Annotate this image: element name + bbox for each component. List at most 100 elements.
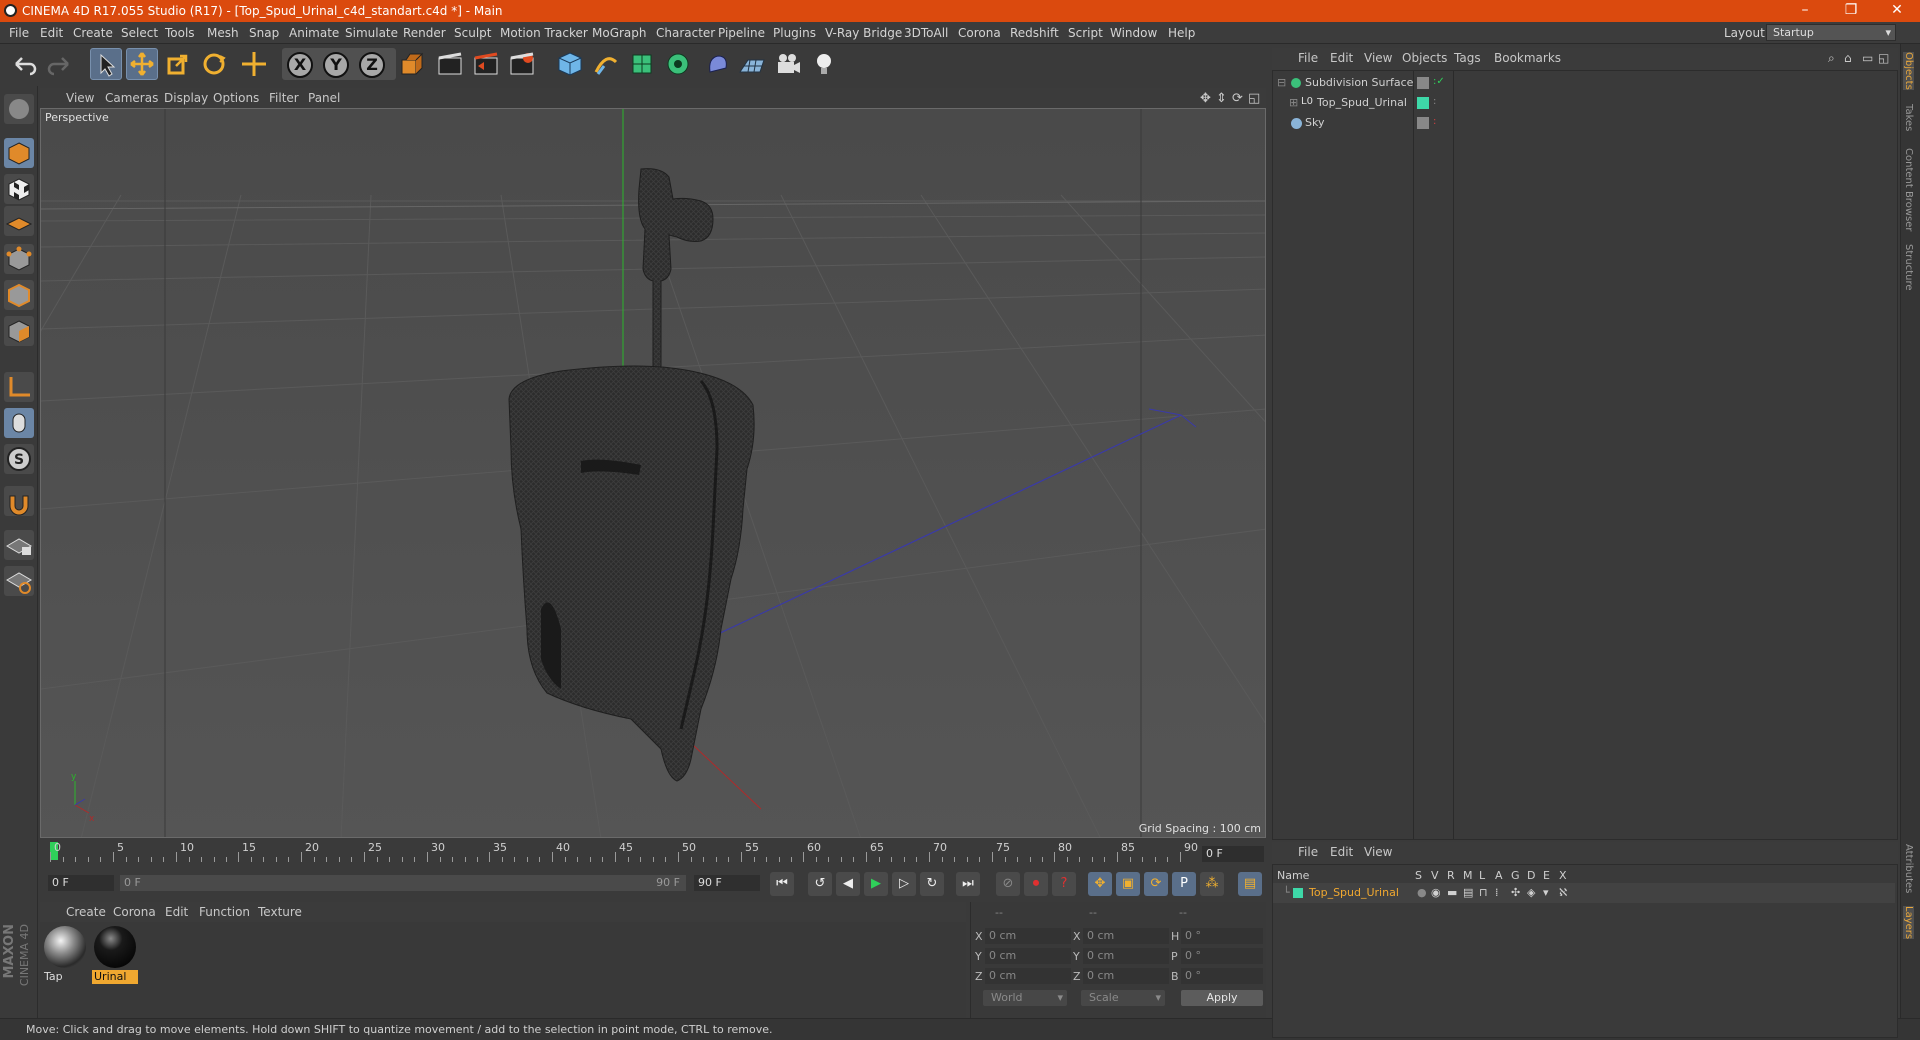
timeline-ruler[interactable]: 0 5 10 15 20 25 30 35 40 45 50 55 60 65 70 75 80 85 90 0 F (40, 840, 1266, 864)
animation-icon[interactable]: ⁞ (1495, 886, 1499, 899)
apply-button[interactable]: Apply (1181, 990, 1263, 1006)
tweak-mode-button[interactable] (4, 408, 34, 438)
axis-mode-button[interactable] (4, 372, 34, 402)
deformer-icon[interactable]: ◈ (1527, 886, 1535, 899)
next-key-button[interactable]: ↻ (920, 872, 944, 896)
record-keys-button[interactable]: ⏺ (1024, 872, 1048, 896)
add-generator-button[interactable] (626, 48, 658, 80)
snap-button[interactable] (4, 486, 34, 516)
material-menu-create[interactable]: Create (66, 905, 106, 919)
menu-corona[interactable]: Corona (958, 26, 1001, 40)
menu-mograph[interactable]: MoGraph (592, 26, 647, 40)
menu-simulate[interactable]: Simulate (345, 26, 398, 40)
viewport-rotate-icon[interactable]: ⟳ (1232, 91, 1243, 106)
solo-button[interactable]: S (4, 444, 34, 474)
menu-select[interactable]: Select (121, 26, 158, 40)
viewport-pan-icon[interactable]: ✥ (1200, 91, 1211, 106)
material-urinal[interactable]: Urinal (92, 926, 138, 984)
object-menu-objects[interactable]: Objects (1402, 51, 1447, 65)
viewport-menu-view[interactable]: View (66, 91, 94, 105)
restore-button[interactable]: ❐ (1828, 0, 1874, 22)
collapse-icon[interactable]: ⊟ (1277, 76, 1286, 89)
menu-file[interactable]: File (9, 26, 29, 40)
menu-vray-bridge[interactable]: V-Ray Bridge (825, 26, 902, 40)
layer-swatch-icon[interactable] (1417, 97, 1429, 109)
previous-frame-button[interactable]: ◀ (836, 872, 860, 896)
coordinate-mode-select[interactable]: World ▾ (983, 990, 1067, 1006)
render-view-button[interactable] (434, 48, 466, 80)
viewport-menu-panel[interactable]: Panel (308, 91, 340, 105)
layer-swatch-icon[interactable] (1417, 117, 1429, 129)
x-axis-lock-button[interactable]: X (287, 52, 313, 78)
position-y-field[interactable]: 0 cm (985, 948, 1071, 964)
object-menu-file[interactable]: File (1298, 51, 1318, 65)
add-deformer-button[interactable] (702, 48, 734, 80)
menu-snap[interactable]: Snap (249, 26, 279, 40)
tab-takes[interactable]: Takes (1903, 104, 1914, 131)
next-frame-button[interactable]: ▷ (892, 872, 916, 896)
go-to-end-button[interactable]: ⏭ (956, 872, 980, 896)
workplane-mode-button[interactable] (4, 206, 34, 236)
viewport-menu-display[interactable]: Display (164, 91, 208, 105)
perspective-viewport[interactable]: y x Perspective Grid Spacing : 100 cm (40, 108, 1266, 838)
layer-menu-edit[interactable]: Edit (1330, 845, 1353, 859)
generator-icon[interactable]: ✣ (1511, 886, 1520, 899)
tab-structure[interactable]: Structure (1903, 244, 1914, 291)
key-rotation-button[interactable]: ⟳ (1144, 872, 1168, 896)
play-button[interactable]: ▶ (864, 872, 888, 896)
scale-tool-button[interactable] (162, 48, 194, 80)
menu-redshift[interactable]: Redshift (1010, 26, 1059, 40)
redo-button[interactable] (44, 48, 76, 80)
menu-character[interactable]: Character (656, 26, 715, 40)
layer-color-swatch[interactable] (1293, 888, 1303, 898)
menu-motion-tracker[interactable]: Motion Tracker (500, 26, 588, 40)
collapse-icon[interactable]: ⊞ (1289, 96, 1298, 109)
model-mode-button[interactable] (4, 138, 34, 168)
material-menu-edit[interactable]: Edit (165, 905, 188, 919)
xref-icon[interactable]: ℵ (1559, 886, 1567, 899)
polygons-mode-button[interactable] (4, 316, 34, 346)
preview-range-slider[interactable]: 0 F 90 F (120, 875, 686, 891)
menu-pipeline[interactable]: Pipeline (718, 26, 765, 40)
add-spline-button[interactable] (590, 48, 622, 80)
render-icon[interactable]: ▬ (1447, 886, 1457, 899)
menu-plugins[interactable]: Plugins (773, 26, 816, 40)
tab-objects[interactable]: Objects (1903, 52, 1914, 90)
rotation-h-field[interactable]: 0 ° (1181, 928, 1263, 944)
menu-animate[interactable]: Animate (289, 26, 339, 40)
home-icon[interactable]: ⌂ (1844, 51, 1852, 65)
size-z-field[interactable]: 0 cm (1083, 968, 1169, 984)
render-settings-button[interactable] (506, 48, 538, 80)
visibility-dots-icon[interactable]: :✓ (1433, 76, 1445, 87)
key-scale-button[interactable]: ▣ (1116, 872, 1140, 896)
menu-create[interactable]: Create (73, 26, 113, 40)
menu-edit[interactable]: Edit (40, 26, 63, 40)
start-frame-field[interactable]: 0 F (48, 875, 114, 891)
viewport-menu-options[interactable]: Options (213, 91, 259, 105)
material-tap[interactable]: Tap (42, 926, 88, 984)
menu-help[interactable]: Help (1168, 26, 1195, 40)
menu-mesh[interactable]: Mesh (207, 26, 239, 40)
texture-mode-button[interactable] (4, 174, 34, 204)
select-tool-button[interactable] (90, 48, 122, 80)
y-axis-lock-button[interactable]: Y (323, 52, 349, 78)
tab-content-browser[interactable]: Content Browser (1903, 148, 1914, 231)
key-position-button[interactable]: ✥ (1088, 872, 1112, 896)
previous-key-button[interactable]: ↺ (808, 872, 832, 896)
material-menu-corona[interactable]: Corona (113, 905, 156, 919)
viewport-maximize-icon[interactable]: ◱ (1248, 91, 1260, 106)
workplane-lock-button[interactable] (4, 530, 34, 560)
expression-icon[interactable]: ▾ (1543, 886, 1549, 899)
lock-icon[interactable]: ⊓ (1479, 886, 1488, 899)
visibility-dots-icon[interactable]: : (1433, 116, 1436, 127)
viewport-zoom-icon[interactable]: ⇕ (1216, 91, 1227, 106)
frame-ruler[interactable]: 0 5 10 15 20 25 30 35 40 45 50 55 60 65 70 75 80 85 90 (50, 840, 1198, 864)
viewport-menu-cameras[interactable]: Cameras (105, 91, 158, 105)
object-menu-view[interactable]: View (1364, 51, 1392, 65)
position-x-field[interactable]: 0 cm (985, 928, 1071, 944)
object-menu-edit[interactable]: Edit (1330, 51, 1353, 65)
menu-script[interactable]: Script (1068, 26, 1103, 40)
menu-sculpt[interactable]: Sculpt (454, 26, 491, 40)
points-mode-button[interactable] (4, 244, 34, 274)
key-parameter-button[interactable]: P (1172, 872, 1196, 896)
